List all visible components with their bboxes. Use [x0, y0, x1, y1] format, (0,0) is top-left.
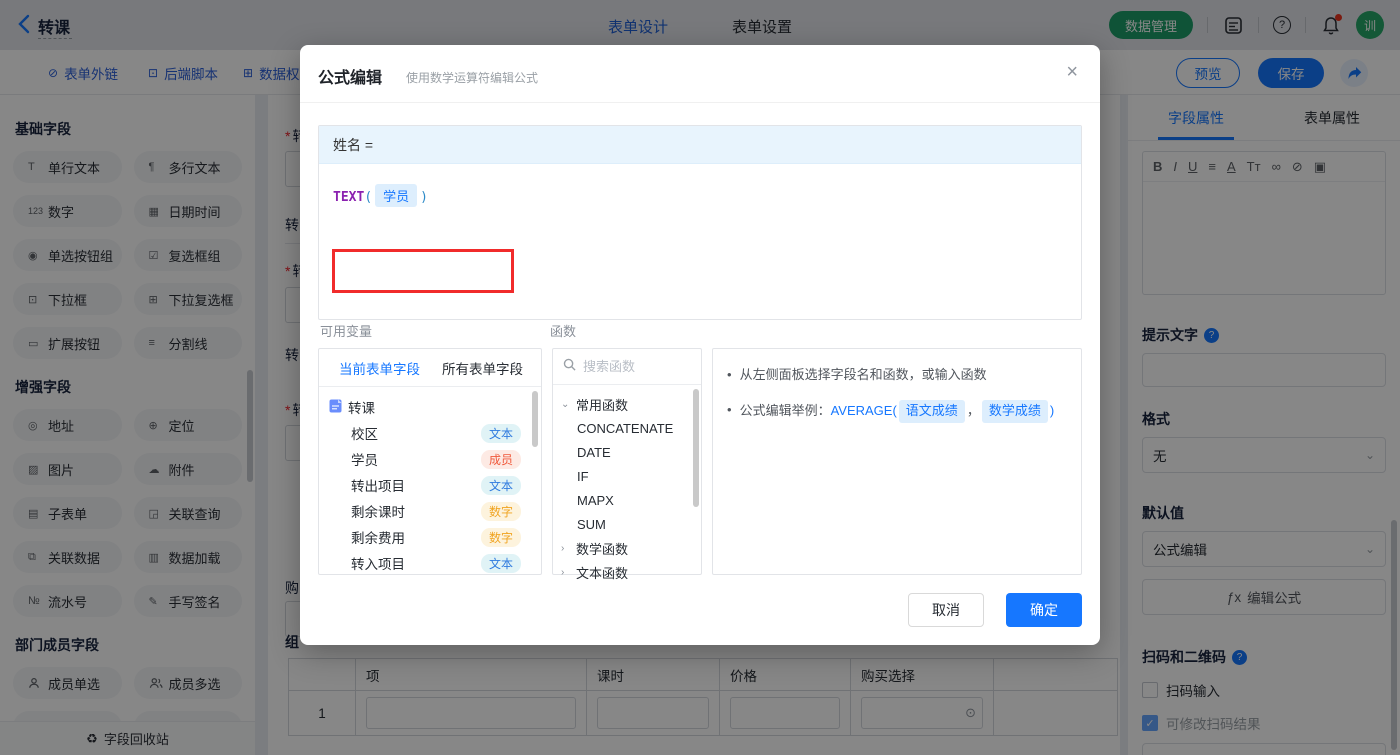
form-root-node[interactable]: 转课 — [329, 394, 533, 420]
chevron-down-icon: ⌄ — [561, 398, 570, 410]
formula-target-strip: 姓名 = — [319, 126, 1081, 164]
variable-row[interactable]: 剩余课时 数字 — [329, 498, 533, 524]
function-group-math[interactable]: › 数学函数 — [561, 536, 701, 560]
function-item[interactable]: CONCATENATE — [561, 416, 701, 440]
variables-scrollbar[interactable] — [532, 391, 538, 447]
functions-panel: ⌄常用函数 CONCATENATE DATE IF MAPX SUM ›数学函数… — [552, 348, 702, 581]
cancel-button[interactable]: 取消 — [908, 593, 984, 627]
modal-subtitle: 使用数学运算符编辑公式 — [406, 71, 539, 85]
tip-example-line: • 公式编辑举例：AVERAGE(语文成绩，数学成绩) — [727, 399, 1067, 423]
formula-editor[interactable]: 姓名 = TEXT(学员) — [318, 125, 1082, 320]
variable-row[interactable]: 学员 成员 — [329, 446, 533, 472]
chevron-right-icon: › — [561, 542, 565, 554]
document-icon — [329, 399, 342, 416]
example-chip: 语文成绩 — [898, 399, 965, 423]
example-chip: 数学成绩 — [981, 399, 1048, 423]
modal-title: 公式编辑 — [318, 70, 383, 87]
annotation-highlight-box — [332, 249, 514, 293]
tab-all-form-fields[interactable]: 所有表单字段 — [442, 358, 523, 378]
tip-line: • 从左侧面板选择字段名和函数，或输入函数 — [727, 367, 987, 382]
function-item[interactable]: MAPX — [561, 488, 701, 512]
function-group-common[interactable]: ⌄ 常用函数 — [561, 392, 701, 416]
function-item[interactable]: SUM — [561, 512, 701, 536]
field-chip: 学员 — [375, 184, 418, 207]
chevron-right-icon: › — [561, 566, 565, 578]
type-tag: 成员 — [480, 449, 521, 469]
variable-row[interactable]: 转出项目 文本 — [329, 472, 533, 498]
function-group-text[interactable]: › 文本函数 — [561, 560, 701, 584]
variables-label: 可用变量 — [320, 324, 373, 339]
functions-scrollbar[interactable] — [693, 389, 699, 507]
tips-panel: • 从左侧面板选择字段名和函数，或输入函数 • 公式编辑举例：AVERAGE(语… — [712, 348, 1082, 575]
close-icon[interactable]: × — [1066, 62, 1078, 82]
variable-row[interactable]: 转入项目 文本 — [329, 550, 533, 576]
example-function: AVERAGE( — [830, 402, 897, 418]
variable-row[interactable]: 校区 文本 — [329, 420, 533, 446]
type-tag: 文本 — [480, 475, 521, 495]
confirm-button[interactable]: 确定 — [1006, 593, 1082, 627]
functions-label: 函数 — [550, 324, 577, 339]
formula-function-token: TEXT — [333, 190, 365, 205]
type-tag: 数字 — [480, 527, 521, 547]
type-tag: 文本 — [480, 553, 521, 573]
function-search-input[interactable] — [583, 359, 683, 374]
formula-edit-modal: 公式编辑 使用数学运算符编辑公式 × 姓名 = TEXT(学员) 可用变量 函数… — [300, 45, 1100, 645]
variables-panel: 当前表单字段 所有表单字段 转课 校区 文本 学员 成员 转出项目 文本 剩余课时 数字… — [318, 348, 542, 575]
tab-current-form-fields[interactable]: 当前表单字段 — [339, 358, 420, 378]
function-item[interactable]: DATE — [561, 440, 701, 464]
search-icon — [563, 358, 576, 376]
variable-row[interactable]: 剩余费用 数字 — [329, 524, 533, 550]
type-tag: 文本 — [480, 423, 521, 443]
type-tag: 数字 — [480, 501, 521, 521]
function-search[interactable] — [553, 349, 701, 385]
function-item[interactable]: IF — [561, 464, 701, 488]
